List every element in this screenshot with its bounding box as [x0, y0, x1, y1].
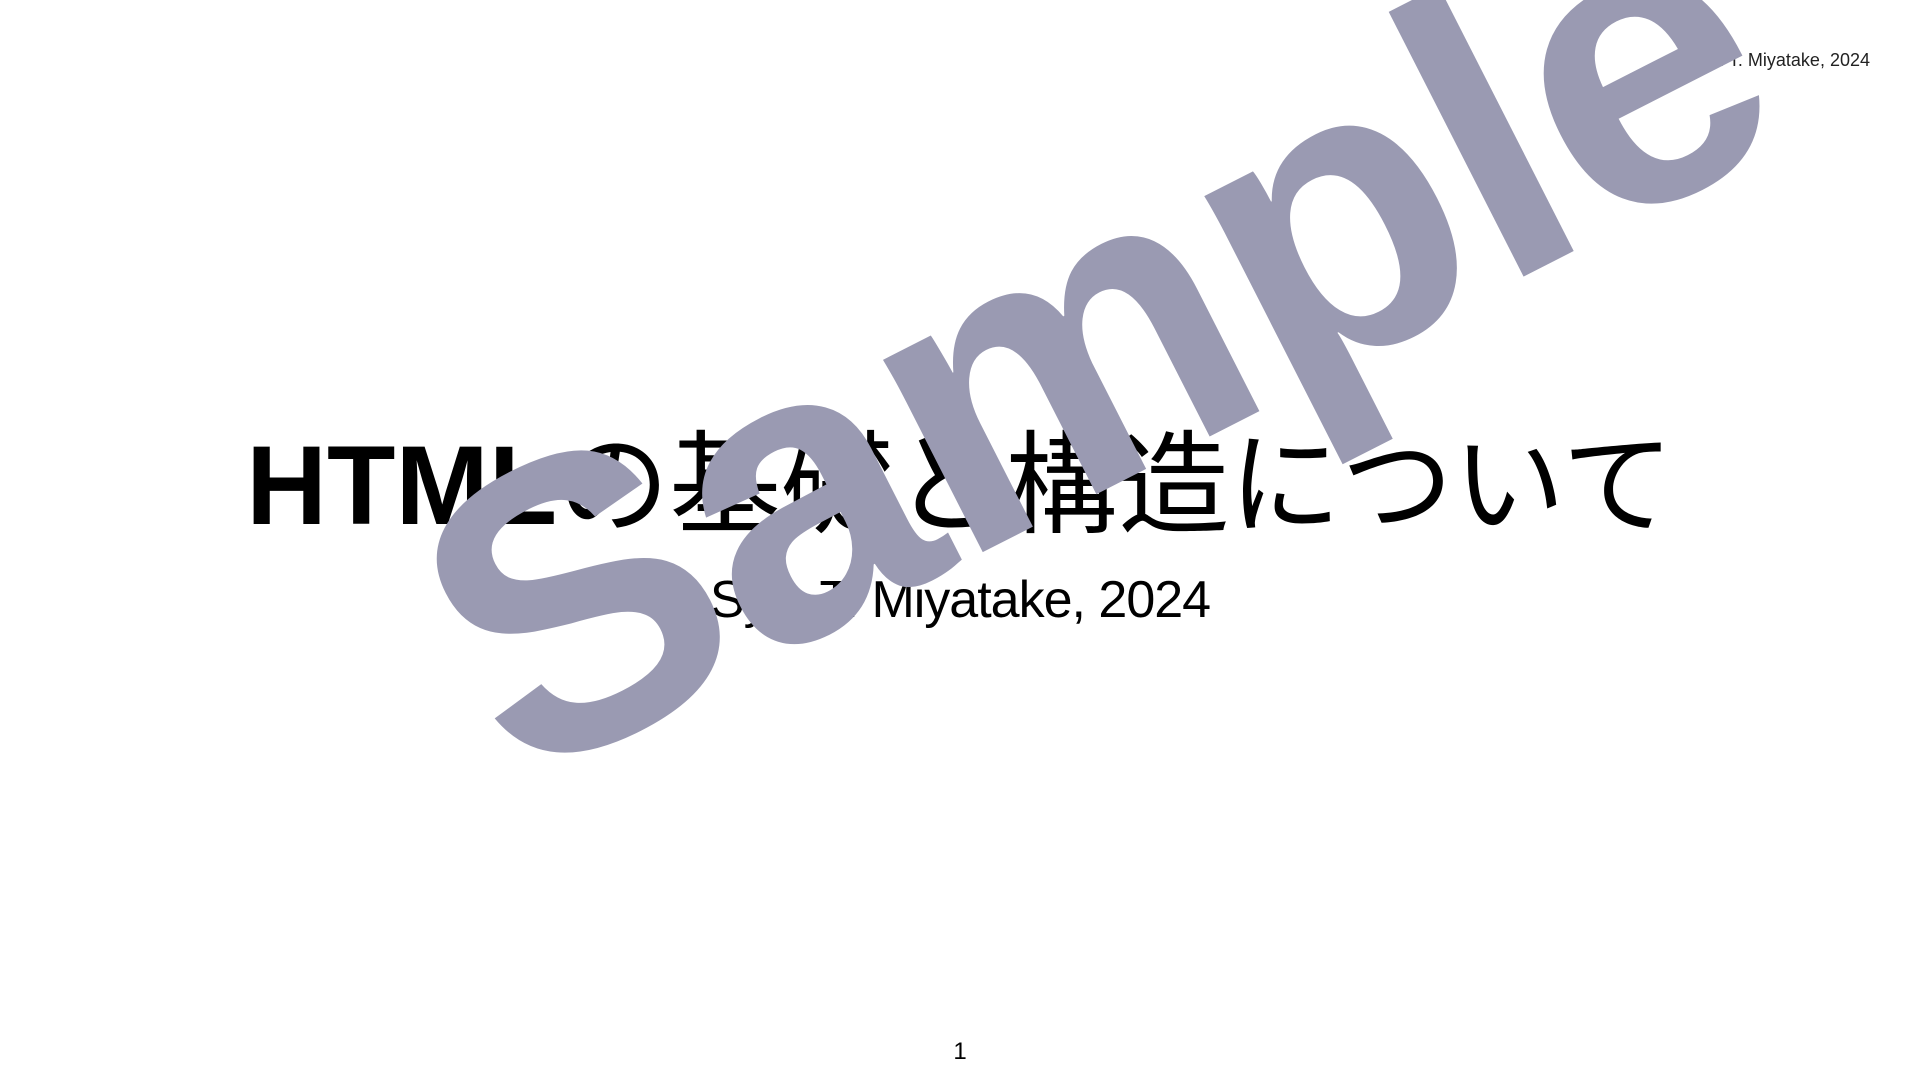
slide-title-japanese: の基礎と構造について: [557, 421, 1674, 551]
page-number: 1: [953, 1038, 967, 1065]
slide-title-latin: HTML: [246, 423, 558, 548]
slide-subtitle: Sys. T. Miyatake, 2024: [709, 571, 1211, 629]
slide: Sys. T. Miyatake, 2024 HTMLの基礎と構造について Sy…: [0, 0, 1920, 1080]
slide-title: HTMLの基礎と構造について: [0, 424, 1920, 548]
header-author-credit: Sys. T. Miyatake, 2024: [1689, 50, 1870, 70]
